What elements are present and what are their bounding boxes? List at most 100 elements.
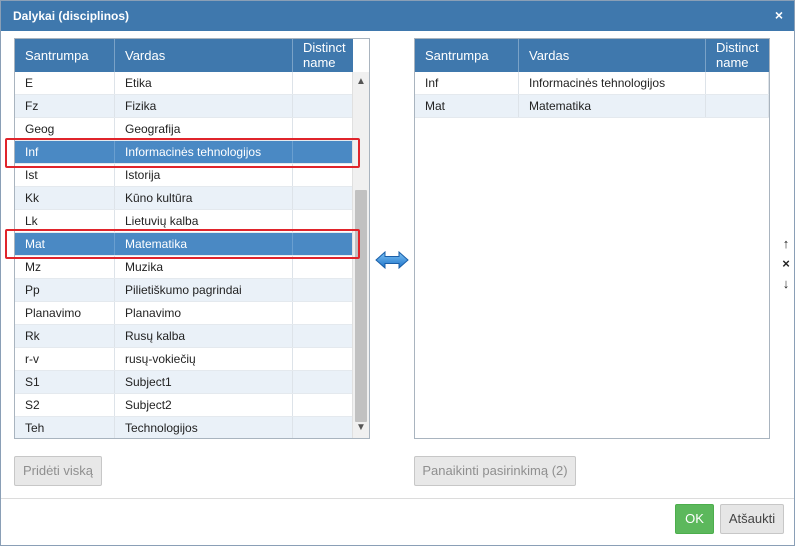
- add-all-button[interactable]: Pridėti viską: [14, 456, 102, 486]
- cell-distinct-name: [293, 72, 353, 94]
- column-header-distinct-name[interactable]: Distinct name: [293, 39, 353, 72]
- cell-abbreviation: Planavimo: [15, 302, 115, 324]
- cell-name: Informacinės tehnologijos: [115, 141, 293, 163]
- table-row[interactable]: Geog Geografija: [15, 118, 353, 141]
- cell-distinct-name: [706, 72, 769, 94]
- cell-abbreviation: Rk: [15, 325, 115, 347]
- cell-name: Rusų kalba: [115, 325, 293, 347]
- scrollbar-thumb[interactable]: [355, 190, 367, 422]
- scroll-up-icon[interactable]: ▲: [353, 74, 369, 90]
- cell-name: Pilietiškumo pagrindai: [115, 279, 293, 301]
- cancel-button[interactable]: Atšaukti: [720, 504, 784, 534]
- selected-subjects-grid: Santrumpa Vardas Distinct name Inf Inform…: [414, 38, 770, 439]
- table-row[interactable]: Inf Informacinės tehnologijos: [415, 72, 769, 95]
- cell-distinct-name: [706, 95, 769, 117]
- table-row[interactable]: Planavimo Planavimo: [15, 302, 353, 325]
- dialog-title: Dalykai (disciplinos): [13, 9, 130, 23]
- cell-name: Subject2: [115, 394, 293, 416]
- cell-name: rusų-vokiečių: [115, 348, 293, 370]
- move-down-icon[interactable]: ↓: [779, 274, 793, 294]
- table-row[interactable]: Kk Kūno kultūra: [15, 187, 353, 210]
- cell-abbreviation: Inf: [415, 72, 519, 94]
- cell-distinct-name: [293, 233, 353, 255]
- table-row[interactable]: Ist Istorija: [15, 164, 353, 187]
- table-row-selected[interactable]: Inf Informacinės tehnologijos: [15, 141, 353, 164]
- cell-abbreviation: S2: [15, 394, 115, 416]
- close-icon[interactable]: ×: [772, 7, 786, 23]
- cell-abbreviation: Teh: [15, 417, 115, 438]
- cell-name: Matematika: [115, 233, 293, 255]
- cell-abbreviation: Fz: [15, 95, 115, 117]
- cell-abbreviation: E: [15, 72, 115, 94]
- cell-name: Subject1: [115, 371, 293, 393]
- cell-abbreviation: Ist: [15, 164, 115, 186]
- remove-icon[interactable]: ×: [779, 254, 793, 274]
- cell-abbreviation: Geog: [15, 118, 115, 140]
- cell-abbreviation: Mz: [15, 256, 115, 278]
- cell-distinct-name: [293, 141, 353, 163]
- table-row[interactable]: Mat Matematika: [415, 95, 769, 118]
- cell-distinct-name: [293, 210, 353, 232]
- cell-abbreviation: Kk: [15, 187, 115, 209]
- ok-button[interactable]: OK: [675, 504, 714, 534]
- cell-name: Lietuvių kalba: [115, 210, 293, 232]
- cell-distinct-name: [293, 325, 353, 347]
- available-subjects-grid: Santrumpa Vardas Distinct name E Etika Fz F…: [14, 38, 370, 439]
- available-grid-header: Santrumpa Vardas Distinct name: [15, 39, 353, 72]
- table-row-selected[interactable]: Mat Matematika: [15, 233, 353, 256]
- cell-distinct-name: [293, 164, 353, 186]
- cell-name: Matematika: [519, 95, 706, 117]
- cell-distinct-name: [293, 187, 353, 209]
- column-header-name[interactable]: Vardas: [519, 39, 706, 72]
- cell-name: Geografija: [115, 118, 293, 140]
- table-row[interactable]: Lk Lietuvių kalba: [15, 210, 353, 233]
- table-row[interactable]: r-v rusų-vokiečių: [15, 348, 353, 371]
- transfer-arrows-icon[interactable]: [375, 250, 409, 270]
- table-row[interactable]: S1 Subject1: [15, 371, 353, 394]
- scroll-down-icon[interactable]: ▼: [353, 420, 369, 436]
- cell-name: Kūno kultūra: [115, 187, 293, 209]
- move-up-icon[interactable]: ↑: [779, 234, 793, 254]
- order-controls: ↑ × ↓: [779, 234, 793, 294]
- cell-distinct-name: [293, 302, 353, 324]
- cell-distinct-name: [293, 371, 353, 393]
- table-row[interactable]: E Etika: [15, 72, 353, 95]
- cell-abbreviation: r-v: [15, 348, 115, 370]
- cell-name: Technologijos: [115, 417, 293, 438]
- cell-name: Planavimo: [115, 302, 293, 324]
- cell-abbreviation: Pp: [15, 279, 115, 301]
- cell-distinct-name: [293, 348, 353, 370]
- cell-distinct-name: [293, 279, 353, 301]
- cell-abbreviation: Lk: [15, 210, 115, 232]
- cell-abbreviation: Inf: [15, 141, 115, 163]
- cell-abbreviation: S1: [15, 371, 115, 393]
- table-row[interactable]: Fz Fizika: [15, 95, 353, 118]
- column-header-name[interactable]: Vardas: [115, 39, 293, 72]
- cell-distinct-name: [293, 394, 353, 416]
- cell-distinct-name: [293, 417, 353, 438]
- cell-distinct-name: [293, 95, 353, 117]
- cell-name: Informacinės tehnologijos: [519, 72, 706, 94]
- footer-divider: [1, 498, 794, 499]
- cell-distinct-name: [293, 256, 353, 278]
- column-header-distinct-name[interactable]: Distinct name: [706, 39, 769, 72]
- cell-abbreviation: Mat: [415, 95, 519, 117]
- cell-name: Fizika: [115, 95, 293, 117]
- cell-name: Etika: [115, 72, 293, 94]
- cell-name: Istorija: [115, 164, 293, 186]
- table-row[interactable]: Mz Muzika: [15, 256, 353, 279]
- selected-grid-header: Santrumpa Vardas Distinct name: [415, 39, 769, 72]
- subjects-dialog: Dalykai (disciplinos) × Santrumpa Vardas…: [0, 0, 795, 546]
- dialog-titlebar: Dalykai (disciplinos) ×: [1, 1, 794, 31]
- table-row[interactable]: S2 Subject2: [15, 394, 353, 417]
- cell-name: Muzika: [115, 256, 293, 278]
- column-header-abbreviation[interactable]: Santrumpa: [415, 39, 519, 72]
- available-grid-scrollbar[interactable]: ▲ ▼: [352, 72, 369, 438]
- table-row[interactable]: Pp Pilietiškumo pagrindai: [15, 279, 353, 302]
- cell-abbreviation: Mat: [15, 233, 115, 255]
- column-header-abbreviation[interactable]: Santrumpa: [15, 39, 115, 72]
- remove-selection-button[interactable]: Panaikinti pasirinkimą (2): [414, 456, 576, 486]
- cell-distinct-name: [293, 118, 353, 140]
- table-row[interactable]: Rk Rusų kalba: [15, 325, 353, 348]
- table-row[interactable]: Teh Technologijos: [15, 417, 353, 438]
